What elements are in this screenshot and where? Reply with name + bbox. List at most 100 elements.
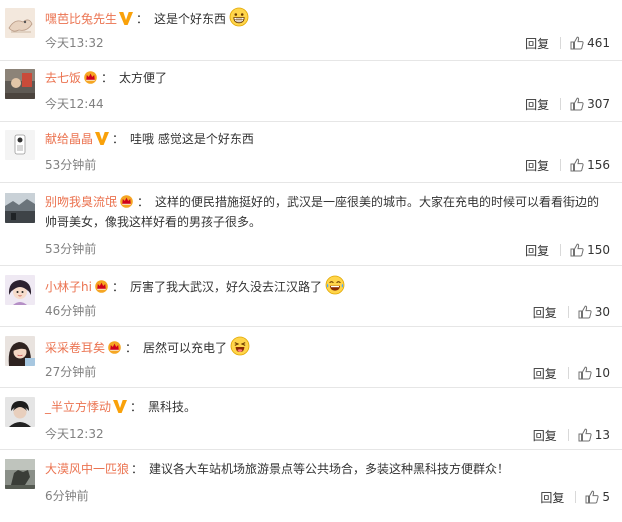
comment-feed: 嘿芭比兔先生：这是个好东西 今天13:32 回复 461 去七饭：太方便了 今天… [0, 0, 622, 522]
comment-colon: ： [125, 341, 138, 355]
action-divider [575, 491, 577, 503]
avatar[interactable] [5, 275, 35, 305]
comment-colon: ： [137, 195, 150, 209]
comment-text: _半立方悸动 ： 黑科技。 [45, 397, 606, 417]
comment-time: 今天12:32 [45, 427, 104, 441]
crown-badge-icon[interactable] [107, 340, 122, 354]
yellow-v-badge-icon[interactable] [95, 132, 110, 145]
comment-item: _半立方悸动 ： 黑科技。 今天12:32 回复 13 [0, 388, 622, 448]
avatar[interactable] [5, 193, 35, 223]
comment-colon: ： [136, 12, 149, 26]
comment-body: 这是个好东西 [154, 12, 227, 26]
crown-badge-icon[interactable] [119, 194, 134, 208]
like-count: 156 [587, 158, 610, 172]
comment-item: 嘿芭比兔先生 ： 这是个好东西 今天13:32 回复 461 [0, 0, 622, 60]
reply-button[interactable]: 回复 [533, 365, 557, 382]
comment-colon: ： [101, 71, 114, 85]
author-link[interactable]: 采采卷耳矣 [45, 341, 105, 355]
avatar[interactable] [5, 459, 35, 489]
comment-actions: 回复 461 [525, 34, 610, 52]
action-divider [567, 306, 569, 318]
like-button[interactable]: 30 [578, 305, 610, 319]
comment-actions: 回复 13 [533, 426, 610, 444]
comment-item: 大漠风中一匹狼： 建议各大车站机场旅游景点等公共场合，多装这种黑科技方便群众！ 6… [0, 450, 622, 522]
comment-actions: 回复 150 [525, 241, 610, 259]
author-link[interactable]: 嘿芭比兔先生 [45, 12, 117, 26]
comment-item: 采采卷耳矣 ： 居然可以充电了 27分钟前 回复 10 [0, 327, 622, 387]
comment-actions: 回复 10 [533, 364, 610, 382]
author-link[interactable]: 去七饭 [45, 71, 81, 85]
comment-item: 别吻我臭流氓：这样的便民措施挺好的，武汉是一座很美的城市。大家在充电的时候可以看… [0, 183, 622, 265]
like-button[interactable]: 461 [570, 36, 610, 50]
like-button[interactable]: 10 [578, 366, 610, 380]
yellow-v-badge-icon[interactable] [119, 12, 134, 25]
comment-text: 小林子hi ： 厉害了我大武汉，好久没去江汉路了 [45, 275, 606, 297]
reply-button[interactable]: 回复 [525, 157, 549, 174]
like-count: 10 [594, 366, 610, 380]
avatar[interactable] [5, 397, 35, 427]
avatar[interactable] [5, 336, 35, 366]
laughing-emoji-icon [230, 336, 250, 356]
action-divider [567, 367, 569, 379]
comment-text: 别吻我臭流氓：这样的便民措施挺好的，武汉是一座很美的城市。大家在充电的时候可以看… [45, 192, 606, 232]
like-button[interactable]: 150 [570, 243, 610, 257]
reply-button[interactable]: 回复 [533, 427, 557, 444]
thumbs-up-icon [570, 158, 584, 172]
thumbs-up-icon [578, 305, 592, 319]
comment-body: 厉害了我大武汉，好久没去江汉路了 [129, 280, 322, 294]
comment-time: 53分钟前 [45, 242, 97, 256]
comment-time: 27分钟前 [45, 365, 97, 379]
comment-text: 去七饭 ： 太方便了 [45, 68, 606, 88]
action-divider [560, 159, 562, 171]
like-button[interactable]: 307 [570, 97, 610, 111]
like-button[interactable]: 156 [570, 158, 610, 172]
comment-text: 嘿芭比兔先生 ： 这是个好东西 [45, 7, 606, 29]
reply-button[interactable]: 回复 [525, 35, 549, 52]
author-link[interactable]: _半立方悸动 [45, 400, 111, 414]
comment-body: 太方便了 [119, 71, 168, 85]
comment-colon: ： [130, 400, 143, 414]
comment-body: 哇哦 感觉这是个好东西 [130, 132, 254, 146]
author-link[interactable]: 别吻我臭流氓 [45, 195, 117, 209]
avatar[interactable] [5, 69, 35, 99]
comment-colon: ： [131, 462, 144, 476]
comment-colon: ： [111, 280, 124, 294]
like-count: 5 [602, 490, 610, 504]
like-count: 461 [587, 36, 610, 50]
like-count: 307 [587, 97, 610, 111]
comment-time: 今天13:32 [45, 36, 104, 50]
crown-badge-icon[interactable] [94, 279, 109, 293]
crown-badge-icon[interactable] [83, 70, 98, 84]
laugh-tears-emoji-icon [325, 275, 345, 295]
author-link[interactable]: 献给晶晶 [45, 132, 93, 146]
thumbs-up-icon [578, 366, 592, 380]
thumbs-up-icon [570, 97, 584, 111]
comment-time: 53分钟前 [45, 158, 97, 172]
thumbs-up-icon [570, 36, 584, 50]
thumbs-up-icon [578, 428, 592, 442]
comment-body: 居然可以充电了 [143, 341, 228, 355]
like-button[interactable]: 5 [585, 490, 610, 504]
like-button[interactable]: 13 [578, 428, 610, 442]
comment-actions: 回复 30 [533, 303, 610, 321]
comment-text: 大漠风中一匹狼： 建议各大车站机场旅游景点等公共场合，多装这种黑科技方便群众！ [45, 459, 606, 479]
thumbs-up-icon [585, 490, 599, 504]
comment-time: 6分钟前 [45, 489, 89, 503]
yellow-v-badge-icon[interactable] [113, 400, 128, 413]
comment-actions: 回复 156 [525, 156, 610, 174]
author-link[interactable]: 大漠风中一匹狼 [45, 462, 129, 476]
avatar[interactable] [5, 8, 35, 38]
reply-button[interactable]: 回复 [540, 489, 564, 506]
like-count: 13 [594, 428, 610, 442]
action-divider [560, 98, 562, 110]
comment-body: 建议各大车站机场旅游景点等公共场合，多装这种黑科技方便群众！ [149, 462, 510, 476]
reply-button[interactable]: 回复 [533, 304, 557, 321]
comment-actions: 回复 5 [540, 488, 610, 506]
reply-button[interactable]: 回复 [525, 242, 549, 259]
reply-button[interactable]: 回复 [525, 96, 549, 113]
thumbs-up-icon [570, 243, 584, 257]
like-count: 150 [587, 243, 610, 257]
author-link[interactable]: 小林子hi [45, 280, 92, 294]
comment-colon: ： [112, 132, 125, 146]
avatar[interactable] [5, 130, 35, 160]
